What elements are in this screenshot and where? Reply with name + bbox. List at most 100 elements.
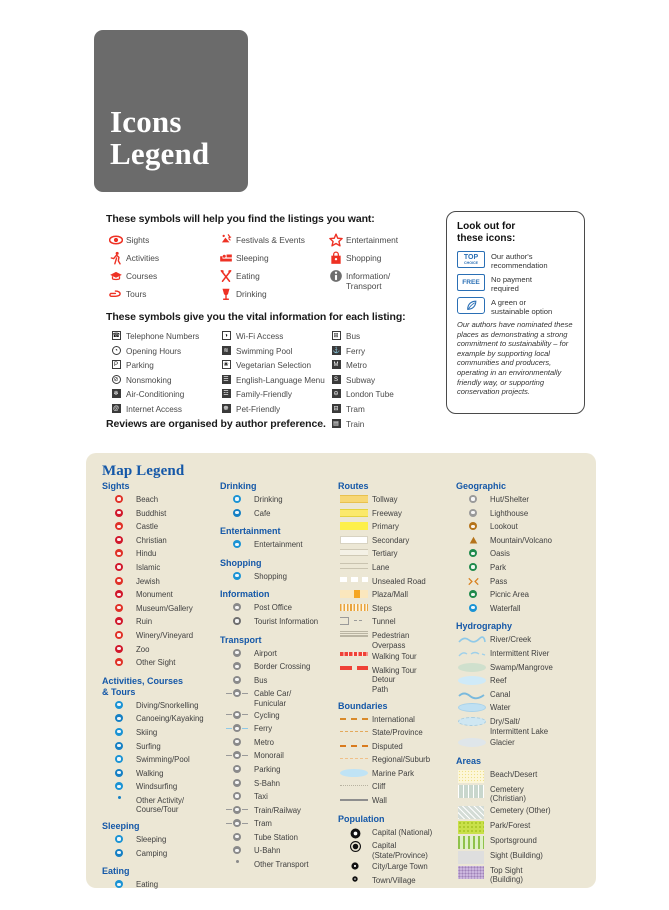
pointing-hand-icon — [106, 286, 126, 301]
map-legend-row: Primary — [338, 520, 456, 534]
map-legend-column: Sights Beach Buddhist Castle Christian Hindu I… — [102, 481, 220, 892]
beach-desert-swatch — [456, 768, 490, 783]
map-legend-label: City/Large Town — [372, 862, 428, 872]
christian-pin-icon — [102, 534, 136, 544]
symbol-label: Tours — [126, 289, 147, 299]
map-legend-label: Oasis — [490, 549, 510, 559]
glacier-swatch — [456, 736, 490, 748]
walking-tour-swatch — [338, 650, 372, 657]
map-legend-row: Glacier — [456, 736, 574, 750]
map-legend-row: Tram — [220, 817, 338, 831]
map-legend-row: Regional/Suburb — [338, 753, 456, 767]
tube-station-pin-icon — [220, 831, 254, 841]
map-legend-label: Freeway — [372, 508, 402, 518]
disputed-boundary-swatch — [338, 740, 372, 747]
buddhist-pin-icon — [102, 507, 136, 517]
map-legend-label: Taxi — [254, 792, 268, 802]
map-legend-label: Christian — [136, 535, 167, 545]
secondary-swatch — [338, 534, 372, 544]
steps-swatch — [338, 602, 372, 611]
tertiary-swatch — [338, 547, 372, 557]
map-legend-label: Reef — [490, 676, 507, 686]
map-legend-row: Ruin — [102, 615, 220, 629]
map-legend-category-heading: Population — [338, 813, 385, 824]
map-legend-row: S-Bahn — [220, 777, 338, 791]
vital-symbol-row: ❄ Air-Conditioning — [106, 388, 216, 403]
map-legend-label: Monorail — [254, 751, 284, 761]
vital-symbol-label: Wi-Fi Access — [236, 332, 284, 341]
windsurfing-pin-icon — [102, 780, 136, 791]
vital-symbol-row: ◔ Opening Hours — [106, 345, 216, 360]
map-legend-row: Cemetery (Christian) — [456, 783, 574, 804]
subway-icon: S — [326, 374, 346, 384]
map-legend-label: Water — [490, 703, 511, 713]
entertainment-pin-icon — [220, 538, 254, 549]
vital-symbol-label: Air-Conditioning — [126, 390, 185, 400]
family-friendly-icon: ☲ — [221, 389, 231, 399]
map-legend-row: Islamic — [102, 561, 220, 575]
map-legend-label: Lookout — [490, 522, 518, 532]
vital-symbol-row: ❀ Vegetarian Selection — [216, 359, 326, 374]
map-legend-label: Marine Park — [372, 768, 415, 778]
freeway-swatch — [338, 507, 372, 517]
map-legend-label: River/Creek — [490, 635, 532, 645]
map-legend-row: Parking — [220, 763, 338, 777]
vital-symbol-row: ≋ Swimming Pool — [216, 345, 326, 360]
sportsground-swatch — [456, 834, 490, 849]
map-legend-row: Oasis — [456, 547, 574, 561]
symbol-label: Courses — [126, 271, 158, 281]
map-legend-row: Intermittent River — [456, 647, 574, 661]
vital-symbol-label: Opening Hours — [126, 346, 182, 356]
tram-icon: ⊟ — [331, 403, 341, 413]
map-legend-row: Mountain/Volcano — [456, 534, 574, 548]
symbol-row: Sights — [106, 232, 216, 249]
unsealed-road-swatch — [338, 575, 372, 582]
map-legend-label: Drinking — [254, 495, 283, 504]
map-legend-row: Camping — [102, 847, 220, 861]
symbols-find-column: Sights Activities Courses Tours — [106, 232, 216, 304]
telephone-icon: ☎ — [111, 331, 121, 340]
map-legend-row: Pedestrian Overpass — [338, 629, 456, 650]
pet-friendly-icon: ☸ — [221, 403, 231, 413]
map-legend-category-heading: Entertainment — [220, 526, 281, 537]
symbols-vital-column: ☎ Telephone Numbers ◔ Opening Hours P Parking… — [106, 330, 216, 432]
symbols-vital-heading: These symbols give you the vital informa… — [106, 311, 406, 323]
map-legend-row: Buddhist — [102, 507, 220, 521]
capital-state-icon — [338, 839, 372, 853]
drinking-pin-icon — [220, 493, 254, 503]
map-legend-row: Swimming/Pool — [102, 753, 220, 767]
wifi-icon: ◑ — [216, 330, 236, 340]
vital-symbol-row: ⊘ Nonsmoking — [106, 374, 216, 389]
sbahn-pin-icon — [220, 777, 254, 787]
symbols-vital-column: ◑ Wi-Fi Access ≋ Swimming Pool ❀ Vegetarian S… — [216, 330, 326, 432]
hut-shelter-pin-icon — [456, 493, 490, 503]
vital-symbol-label: Ferry — [346, 346, 366, 356]
map-legend-row: River/Creek — [456, 633, 574, 647]
internet-icon: @ — [111, 403, 121, 413]
symbols-find-section: These symbols will help you find the lis… — [106, 213, 436, 304]
map-legend-row: Monument — [102, 588, 220, 602]
map-legend-label: Waterfall — [490, 603, 521, 613]
map-legend-row: Unsealed Road — [338, 575, 456, 589]
lighthouse-pin-icon — [456, 507, 490, 517]
map-legend-row: Dry/Salt/Intermittent Lake — [456, 715, 574, 736]
city-large-town-icon — [338, 860, 372, 871]
map-legend-label: Cafe — [254, 508, 271, 518]
vital-symbol-row: M Metro — [326, 359, 436, 374]
map-legend-label: Sight (Building) — [490, 850, 543, 860]
map-legend-label: Skiing — [136, 727, 158, 737]
map-legend-label: Plaza/Mall — [372, 590, 408, 600]
vital-symbol-label: Internet Access — [126, 404, 182, 414]
symbol-label: Eating — [236, 271, 260, 281]
post-office-pin-icon — [220, 601, 254, 612]
map-legend-label: Tertiary — [372, 549, 398, 559]
map-legend-label: Regional/Suburb — [372, 755, 431, 765]
hindu-pin-icon — [102, 547, 136, 558]
symbol-row: Sleeping — [216, 250, 326, 267]
tourist-information-pin-icon — [220, 615, 254, 625]
symbol-row: Activities — [106, 250, 216, 267]
parking-pin-icon — [220, 763, 254, 773]
map-legend-column: Routes Tollway Freeway Primary Secondary Tert… — [338, 481, 456, 892]
zoo-pin-icon — [102, 643, 136, 653]
map-legend-row: U-Bahn — [220, 844, 338, 858]
